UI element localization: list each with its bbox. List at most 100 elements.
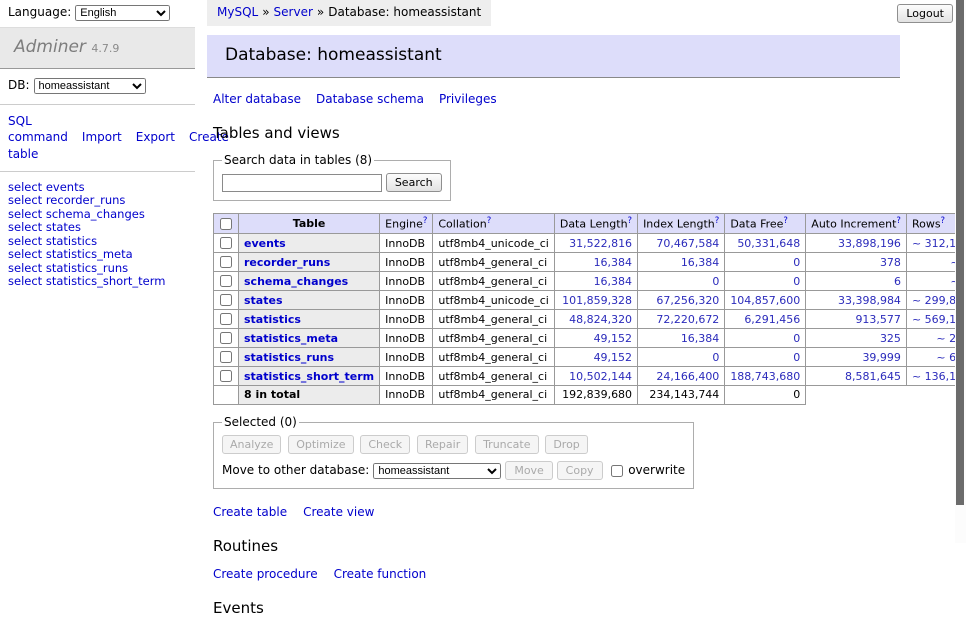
row-checkbox[interactable] [220, 294, 232, 306]
search-fieldset: Search data in tables (8) Search [213, 153, 451, 201]
row-checkbox[interactable] [220, 351, 232, 363]
overwrite-checkbox[interactable] [611, 465, 623, 477]
row-checkbox[interactable] [220, 237, 232, 249]
database-schema-link[interactable]: Database schema [316, 92, 424, 106]
data-length-cell: 49,152 [554, 348, 637, 367]
table-row: schema_changesInnoDButf8mb4_general_ci16… [214, 272, 966, 291]
search-input[interactable] [222, 174, 382, 192]
data-length-cell: 16,384 [554, 272, 637, 291]
data-length-cell: 48,824,320 [554, 310, 637, 329]
create-table-link-bottom[interactable]: Create table [213, 505, 287, 519]
tables-body: eventsInnoDButf8mb4_unicode_ci31,522,816… [214, 234, 966, 386]
language-bar: Language: English [0, 0, 195, 28]
db-select[interactable]: homeassistant [34, 78, 146, 94]
row-checkbox[interactable] [220, 256, 232, 268]
row-checkbox-cell [214, 310, 239, 329]
selected-buttons: Analyze Optimize Check Repair Truncate D… [222, 435, 685, 454]
logout-button[interactable]: Logout [897, 4, 953, 23]
help-link[interactable]: ? [487, 216, 492, 226]
move-button[interactable]: Move [505, 461, 553, 480]
create-function-link[interactable]: Create function [334, 567, 427, 581]
table-name-link[interactable]: recorder_runs [244, 256, 330, 269]
database-actions: Alter database Database schema Privileges [213, 92, 900, 107]
export-link[interactable]: Export [136, 130, 175, 144]
row-checkbox-cell [214, 291, 239, 310]
data-free-cell: 0 [725, 253, 806, 272]
table-name-link[interactable]: statistics_short_term [244, 370, 374, 383]
create-procedure-link[interactable]: Create procedure [213, 567, 318, 581]
table-name-link[interactable]: events [244, 237, 286, 250]
optimize-button[interactable]: Optimize [288, 435, 353, 454]
vertical-scrollbar[interactable] [955, 0, 966, 543]
table-name-cell: recorder_runs [239, 253, 380, 272]
data-length-cell: 10,502,144 [554, 367, 637, 386]
language-select[interactable]: English [75, 5, 170, 21]
row-checkbox[interactable] [220, 275, 232, 287]
table-name-link[interactable]: states [244, 294, 283, 307]
help-link[interactable]: ? [783, 216, 788, 226]
collation-cell: utf8mb4_unicode_ci [433, 291, 554, 310]
help-link[interactable]: ? [715, 216, 720, 226]
help-link[interactable]: ? [896, 216, 901, 226]
help-link[interactable]: ? [423, 216, 428, 226]
collation-cell: utf8mb4_unicode_ci [433, 234, 554, 253]
table-name-link[interactable]: statistics_runs [244, 351, 334, 364]
create-view-link[interactable]: Create view [303, 505, 374, 519]
privileges-link[interactable]: Privileges [439, 92, 497, 106]
analyze-button[interactable]: Analyze [222, 435, 281, 454]
table-row: statisticsInnoDButf8mb4_general_ci48,824… [214, 310, 966, 329]
column-header-data-free: Data Free? [725, 214, 806, 234]
column-header-data-length: Data Length? [554, 214, 637, 234]
sidebar-select-table-link[interactable]: select statistics [8, 235, 187, 248]
engine-cell: InnoDB [380, 348, 433, 367]
repair-button[interactable]: Repair [417, 435, 468, 454]
row-checkbox[interactable] [220, 370, 232, 382]
sidebar-select-table-link[interactable]: select recorder_runs [8, 194, 187, 207]
import-link[interactable]: Import [82, 130, 122, 144]
sql-command-link[interactable]: SQL command [8, 114, 68, 144]
breadcrumb-server-link[interactable]: Server [274, 5, 313, 19]
sidebar-select-table-link[interactable]: select schema_changes [8, 208, 187, 221]
row-checkbox[interactable] [220, 313, 232, 325]
search-button[interactable]: Search [386, 173, 442, 192]
totals-row: 8 in total InnoDB utf8mb4_general_ci 192… [214, 386, 966, 405]
table-name-link[interactable]: schema_changes [244, 275, 348, 288]
sidebar-select-table-link[interactable]: select events [8, 181, 187, 194]
routine-links: Create procedure Create function [213, 567, 900, 582]
table-name-cell: statistics_short_term [239, 367, 380, 386]
drop-button[interactable]: Drop [545, 435, 587, 454]
sidebar-select-table-link[interactable]: select statistics_short_term [8, 275, 187, 288]
truncate-button[interactable]: Truncate [475, 435, 538, 454]
table-name-link[interactable]: statistics_meta [244, 332, 338, 345]
sidebar-select-table-link[interactable]: select states [8, 221, 187, 234]
breadcrumb-mysql-link[interactable]: MySQL [217, 5, 258, 19]
totals-index-length: 234,143,744 [638, 386, 725, 405]
table-name-link[interactable]: statistics [244, 313, 301, 326]
sidebar-select-table-link[interactable]: select statistics_meta [8, 248, 187, 261]
table-row: statesInnoDButf8mb4_unicode_ci101,859,32… [214, 291, 966, 310]
row-checkbox-cell [214, 253, 239, 272]
table-name-cell: statistics_meta [239, 329, 380, 348]
check-button[interactable]: Check [360, 435, 410, 454]
language-label: Language: [8, 5, 71, 19]
table-name-cell: states [239, 291, 380, 310]
selected-fieldset: Selected (0) Analyze Optimize Check Repa… [213, 415, 694, 489]
scrollbar-thumb[interactable] [956, 0, 964, 505]
totals-data-length: 192,839,680 [554, 386, 637, 405]
search-legend: Search data in tables (8) [222, 153, 374, 168]
row-checkbox[interactable] [220, 332, 232, 344]
collation-cell: utf8mb4_general_ci [433, 348, 554, 367]
index-length-cell: 16,384 [638, 253, 725, 272]
select-all-checkbox[interactable] [220, 218, 232, 230]
table-footer-links: Create table Create view [213, 505, 900, 520]
totals-collation: utf8mb4_general_ci [433, 386, 554, 405]
alter-database-link[interactable]: Alter database [213, 92, 301, 106]
copy-button[interactable]: Copy [557, 461, 603, 480]
sidebar-select-table-link[interactable]: select statistics_runs [8, 262, 187, 275]
row-checkbox-cell [214, 329, 239, 348]
move-database-select[interactable]: homeassistant [373, 463, 501, 479]
help-link[interactable]: ? [628, 216, 633, 226]
table-row: recorder_runsInnoDButf8mb4_general_ci16,… [214, 253, 966, 272]
data-length-cell: 16,384 [554, 253, 637, 272]
help-link[interactable]: ? [941, 216, 946, 226]
